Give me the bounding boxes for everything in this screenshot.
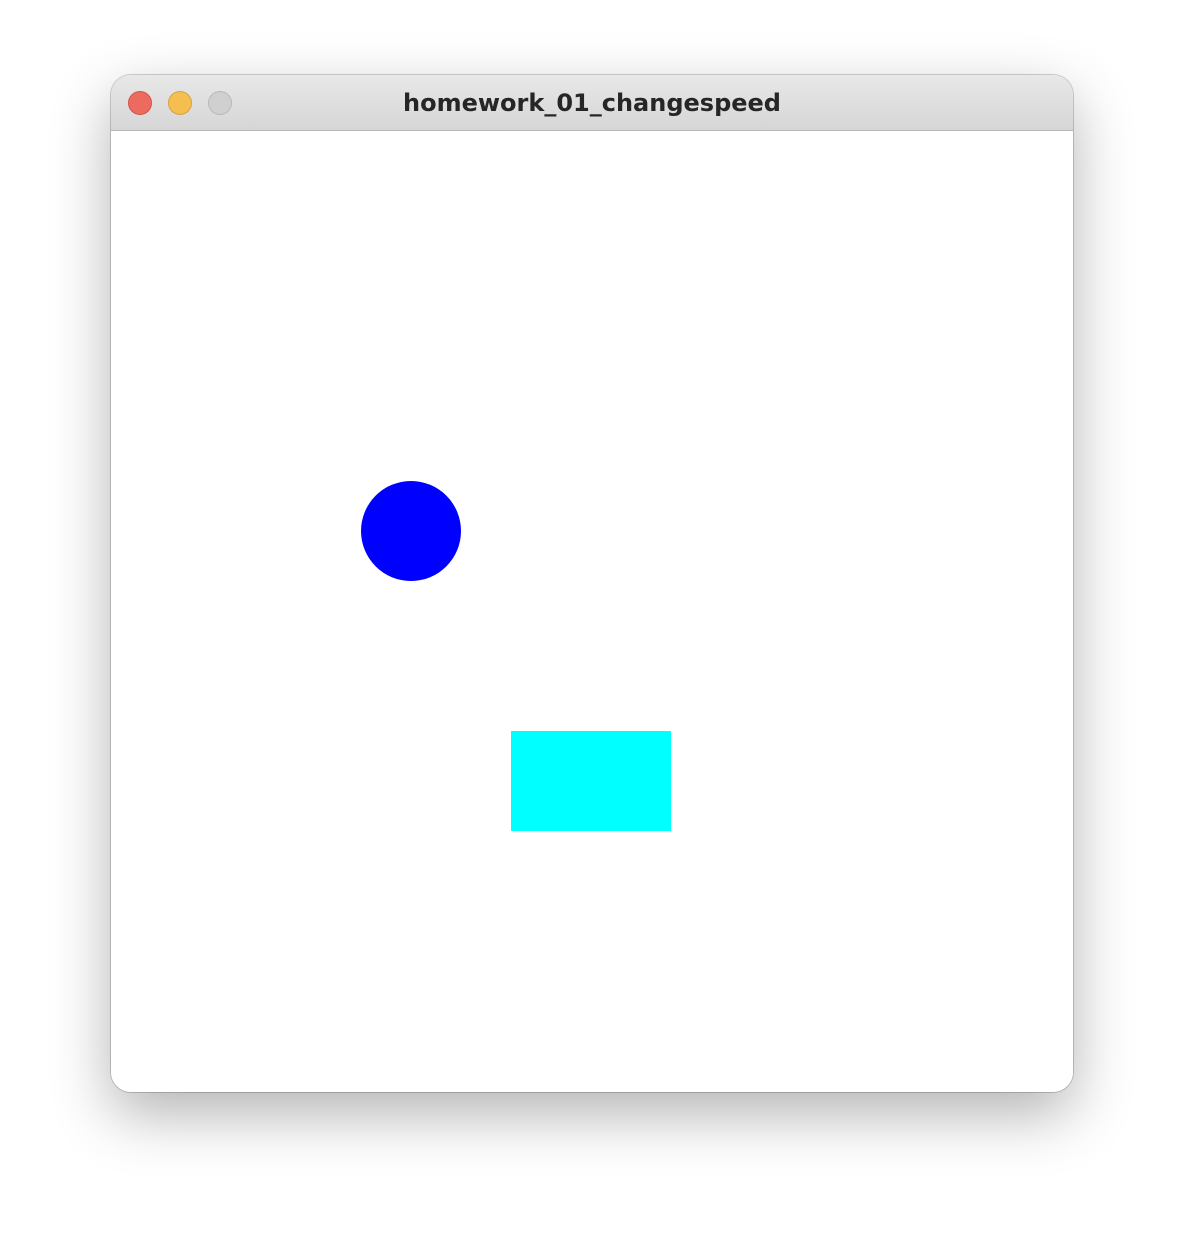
drawing-canvas[interactable] [111,131,1073,1092]
title-bar[interactable]: homework_01_changespeed [111,75,1073,131]
cyan-rectangle [511,731,671,831]
app-window: homework_01_changespeed [111,75,1073,1092]
window-title: homework_01_changespeed [403,89,781,117]
blue-ball [361,481,461,581]
